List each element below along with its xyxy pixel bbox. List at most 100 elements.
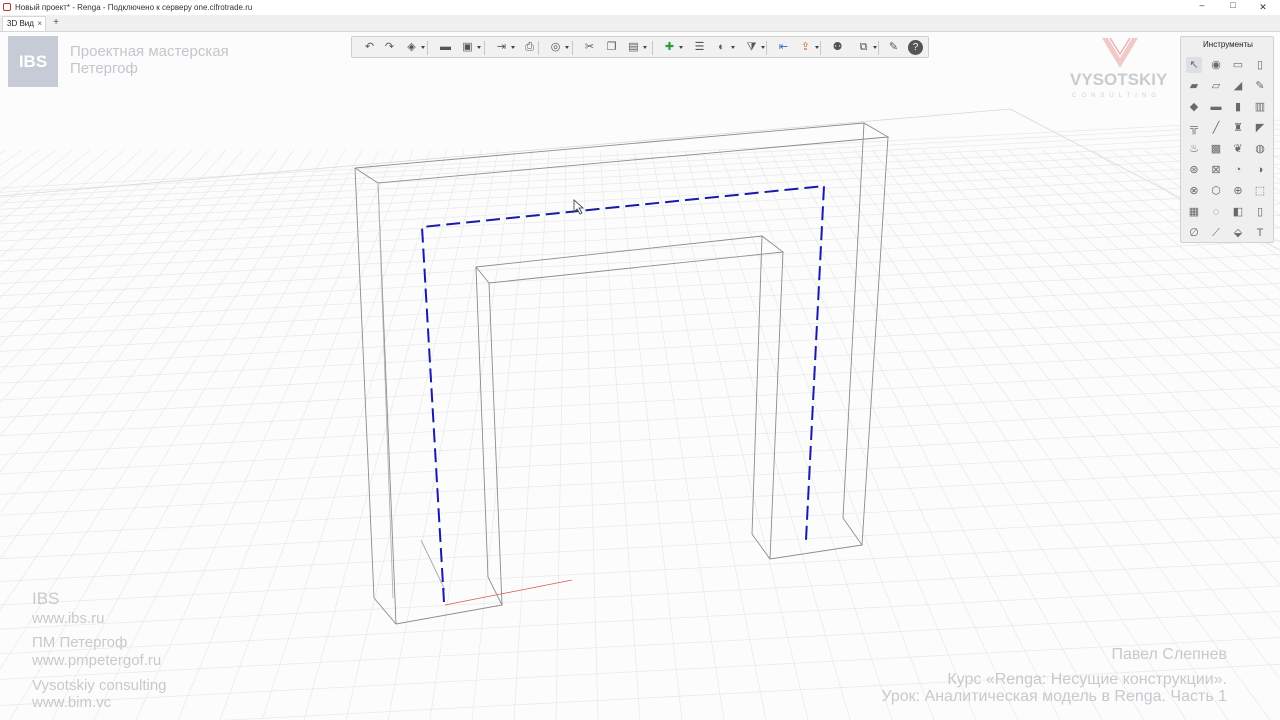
tool-select-icon[interactable]: ↖ [1186,57,1202,73]
watermark-author: Павел Слепнев [1111,646,1227,663]
vysotskiy-v-icon [1102,37,1138,68]
add-green-icon[interactable]: ✚ [662,40,677,55]
studio-name: Проектная мастерская Петергоф [70,43,290,77]
undo-icon[interactable]: ↶ [362,40,377,55]
tool-element-icon[interactable]: ◍ [1252,141,1268,157]
toolbar-separator [878,41,879,55]
scene-canvas[interactable] [0,32,1280,720]
tab-close-icon[interactable]: × [37,17,42,31]
tool-wall-icon[interactable]: ◆ [1186,99,1202,115]
tool-mep2-icon[interactable]: ⬡ [1208,183,1224,199]
redo-icon[interactable]: ↷ [382,40,397,55]
tool-column-icon[interactable]: ▯ [1252,57,1268,73]
toolbar-separator [427,41,428,55]
paint-icon[interactable]: ◐ [714,40,729,55]
copy-icon[interactable]: ❐ [604,40,619,55]
open-folder-icon[interactable]: ▬ [438,40,453,55]
3d-viewport[interactable] [0,32,1280,720]
tool-text-icon[interactable]: T [1252,225,1268,241]
tool-ramp-icon[interactable]: ◤ [1252,120,1268,136]
tool-switch-icon[interactable]: ◧ [1230,204,1246,220]
tool-level-icon[interactable]: ◉ [1208,57,1224,73]
watermark-lesson: Урок: Аналитическая модель в Renga. Част… [881,688,1227,705]
vysotskiy-logo: VYSOTSKIY CONSULTING [1070,36,1180,106]
tool-line-icon[interactable]: ╱ [1208,120,1224,136]
export-icon[interactable]: ⇥ [494,40,509,55]
tool-pencil-icon[interactable]: ✎ [1252,78,1268,94]
tool-mep3-icon[interactable]: ⊕ [1230,183,1246,199]
maximize-button[interactable]: □ [1218,0,1248,15]
people-icon[interactable]: ⚉ [830,40,845,55]
tools-panel: Инструменты ↖ ◉ ▭ ▯ ▰ ▱ ◢ ✎ ◆ ▬ ▮ ▥ ╦ ╱ ♜ ◤ ♨ ▩ ❦ ◍ ⊛ ⊠ ◔ ◑ ⊗ ⬡ ⊕ ⬚… [1180,36,1274,243]
dropdown-arrow-icon[interactable] [643,46,647,49]
tool-floor-icon[interactable]: ▬ [1208,99,1224,115]
dropdown-arrow-icon[interactable] [477,46,481,49]
tool-railing-icon[interactable]: ╦ [1186,120,1202,136]
add-tab-button[interactable]: + [50,16,62,30]
tool-plant-icon[interactable]: ❦ [1230,141,1246,157]
toolbar-separator [484,41,485,55]
tool-roof-icon[interactable]: ◢ [1230,78,1246,94]
save-icon[interactable]: ▣ [460,40,475,55]
dropdown-arrow-icon[interactable] [511,46,515,49]
dropdown-arrow-icon[interactable] [815,46,819,49]
level-up-icon[interactable]: ⇪ [798,40,813,55]
watermark-pm: ПМ Петергоф [32,634,128,651]
tool-mep4-icon[interactable]: ⬚ [1252,183,1268,199]
close-button[interactable]: ✕ [1248,0,1278,15]
tool-room-icon[interactable]: ▭ [1230,57,1246,73]
settings-wrench-icon[interactable]: ✎ [886,40,901,55]
tool-stair-icon[interactable]: ♜ [1230,120,1246,136]
vysotskiy-subtitle: CONSULTING [1072,93,1161,99]
watermark-ibs-url: www.ibs.ru [32,610,105,627]
window-titlebar: Новый проект* - Renga - Подключено к сер… [0,0,1280,15]
dropdown-arrow-icon[interactable] [679,46,683,49]
watermark-vc-url: www.bim.vc [32,694,112,711]
tool-pipe-icon[interactable]: ⊛ [1186,162,1202,178]
tool-panel-icon[interactable]: ▦ [1186,204,1202,220]
level-down-icon[interactable]: ⇤ [776,40,791,55]
list-icon[interactable]: ☰ [692,40,707,55]
print-icon[interactable]: ⎙ [522,40,537,55]
watermark-vc: Vysotskiy consulting [32,677,167,694]
cut-icon[interactable]: ✂ [582,40,597,55]
tool-beam-icon[interactable]: ▰ [1186,78,1202,94]
tool-hatch-icon[interactable]: ⬙ [1230,225,1246,241]
tab-3d-view[interactable]: 3D Вид × [2,16,46,31]
tool-equipment-icon[interactable]: ♨ [1186,141,1202,157]
x-axis-line [444,579,573,606]
document-tabbar: 3D Вид × + [0,15,1280,32]
dropdown-arrow-icon[interactable] [761,46,765,49]
tool-valve-icon[interactable]: ◑ [1252,162,1268,178]
toolbar-separator [572,41,573,55]
tool-duct-icon[interactable]: ⊠ [1208,162,1224,178]
3d-box-icon[interactable]: ◈ [404,40,419,55]
studio-line-2: Петергоф [70,60,138,77]
help-icon[interactable]: ? [908,40,923,55]
tool-light-icon[interactable]: ◌ [1208,204,1224,220]
filter-icon[interactable]: ⧩ [744,40,759,55]
dropdown-arrow-icon[interactable] [731,46,735,49]
dropdown-arrow-icon[interactable] [421,46,425,49]
tool-fitting-icon[interactable]: ◔ [1230,162,1246,178]
dropdown-arrow-icon[interactable] [873,46,877,49]
tool-opening-icon[interactable]: ▩ [1208,141,1224,157]
vysotskiy-wordmark: VYSOTSKIY [1070,70,1168,89]
tools-panel-title: Инструменты [1203,40,1253,49]
minimize-button-visible[interactable]: – [1187,0,1217,15]
tool-mep-icon[interactable]: ⊗ [1186,183,1202,199]
paste-icon[interactable]: ▤ [626,40,641,55]
tool-elevation-icon[interactable]: ⟋ [1208,225,1224,241]
dropdown-arrow-icon[interactable] [565,46,569,49]
tab-label: 3D Вид [7,19,34,28]
tool-slab-icon[interactable]: ▱ [1208,78,1224,94]
tool-socket-icon[interactable]: ▯ [1252,204,1268,220]
studio-line-1: Проектная мастерская [70,43,229,60]
tool-door-icon[interactable]: ▮ [1230,99,1246,115]
toolbar-separator [652,41,653,55]
tool-dimension-icon[interactable]: ∅ [1186,225,1202,241]
tool-window-icon[interactable]: ▥ [1252,99,1268,115]
view-orbit-icon[interactable]: ◎ [548,40,563,55]
watermark-ibs: IBS [32,589,60,608]
layers-icon[interactable]: ⧉ [856,40,871,55]
